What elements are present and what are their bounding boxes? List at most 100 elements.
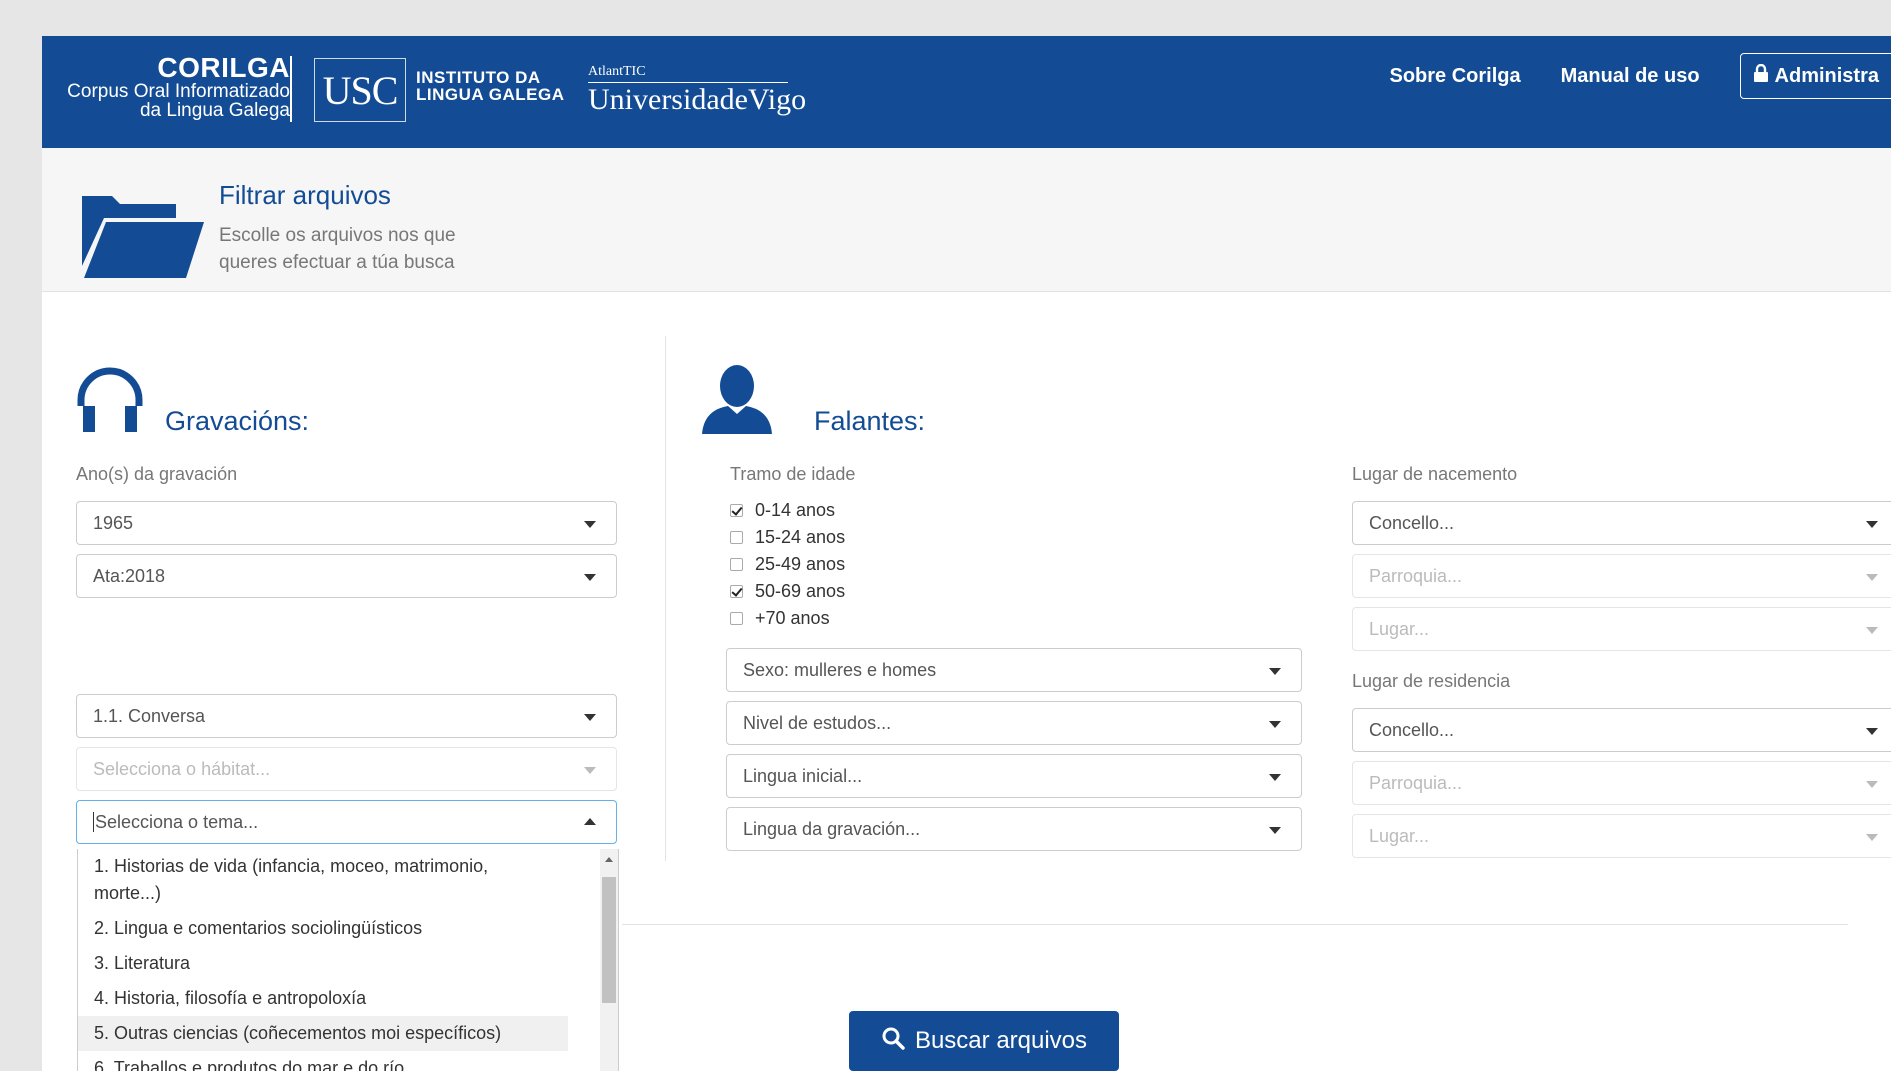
birthplace-label: Lugar de nacemento [1352,464,1518,484]
lock-icon [1753,63,1769,88]
chevron-down-icon [1269,721,1281,728]
chevron-down-icon [1269,668,1281,675]
folder-open-icon [82,186,204,283]
search-button-label: Buscar arquivos [914,1027,1088,1054]
chevron-down-icon [1866,574,1878,581]
checkbox-checked-icon[interactable] [730,585,743,598]
brand-divider [290,56,292,122]
age-checkbox-0-14[interactable]: 0-14 anos [730,500,835,521]
birth-concello-placeholder: Concello... [1369,512,1455,533]
ilg-line-2: LINGUA GALEGA [416,85,565,104]
recording-language-placeholder: Lingua da gravación... [743,818,921,839]
chevron-down-icon [1269,827,1281,834]
recording-type-select[interactable]: 1.1. Conversa [76,694,617,738]
chevron-down-icon [1866,728,1878,735]
atlanttic-text: AtlantTIC [588,64,788,83]
uvigo-text: UniversidadeVigo [588,83,807,116]
filter-title: Filtrar arquivos [219,180,391,210]
res-parroquia-placeholder: Parroquia... [1369,772,1463,793]
age-label-15-24: 15-24 anos [755,527,846,547]
theme-dropdown[interactable]: 1. Historias de vida (infancia, moceo, m… [77,849,619,1071]
age-checkbox-50-69[interactable]: 50-69 anos [730,581,845,602]
recordings-title: Gravacións: [165,406,310,436]
age-checkbox-70[interactable]: +70 anos [730,608,830,629]
scroll-up-arrow-icon[interactable] [605,857,613,862]
checkbox-icon[interactable] [730,531,743,544]
res-parroquia-select[interactable]: Parroquia... [1352,761,1891,805]
initial-language-placeholder: Lingua inicial... [743,765,863,786]
chevron-down-icon [1269,774,1281,781]
chevron-down-icon [1866,834,1878,841]
age-label-0-14: 0-14 anos [755,500,836,520]
brand-title: CORILGA [157,52,290,83]
initial-language-select[interactable]: Lingua inicial... [726,754,1302,798]
birth-lugar-placeholder: Lugar... [1369,618,1430,639]
search-files-button[interactable]: Buscar arquivos [849,1011,1119,1071]
year-to-value: Ata:2018 [93,565,166,586]
checkbox-icon[interactable] [730,612,743,625]
res-concello-placeholder: Concello... [1369,719,1455,740]
ilg-line-1: INSTITUTO DA [416,68,541,87]
recording-type-value: 1.1. Conversa [93,705,206,726]
age-label: Tramo de idade [730,464,856,484]
year-from-value: 1965 [93,512,134,533]
chevron-down-icon [584,574,596,581]
year-label: Ano(s) da gravación [76,464,238,484]
chevron-down-icon [1866,781,1878,788]
theme-option[interactable]: 4. Historia, filosofía e antropoloxía [78,981,568,1016]
ilg-logo: INSTITUTO DA LINGUA GALEGA [416,69,564,103]
brand-subtitle-2: da Lingua Galega [139,100,290,121]
filter-header: Filtrar arquivos Escolle os arquivos nos… [42,148,1891,292]
chevron-down-icon [584,521,596,528]
chevron-down-icon [1866,521,1878,528]
birth-concello-select[interactable]: Concello... [1352,501,1891,545]
age-checkbox-15-24[interactable]: 15-24 anos [730,527,845,548]
sex-value: Sexo: mulleres e homes [743,659,937,680]
birth-parroquia-select[interactable]: Parroquia... [1352,554,1891,598]
habitat-select[interactable]: Selecciona o hábitat... [76,747,617,791]
age-label-25-49: 25-49 anos [755,554,846,574]
res-concello-select[interactable]: Concello... [1352,708,1891,752]
theme-option[interactable]: 2. Lingua e comentarios sociolingüístico… [78,911,568,946]
sex-select[interactable]: Sexo: mulleres e homes [726,648,1302,692]
year-to-select[interactable]: Ata:2018 [76,554,617,598]
brand-subtitle-1: Corpus Oral Informatizado [67,81,290,102]
speakers-title: Falantes: [814,406,926,436]
corilga-logo[interactable]: CORILGA Corpus Oral Informatizado da Lin… [50,52,290,121]
theme-option[interactable]: 5. Outras ciencias (coñecementos moi esp… [78,1016,568,1051]
top-bar: CORILGA Corpus Oral Informatizado da Lin… [42,36,1891,148]
theme-option[interactable]: 6. Traballos e produtos do mar e do río [78,1051,568,1071]
chevron-down-icon [1866,627,1878,634]
dropdown-scrollbar[interactable] [600,849,618,1071]
res-lugar-select[interactable]: Lugar... [1352,814,1891,858]
person-icon [702,364,772,439]
nav-manual-de-uso[interactable]: Manual de uso [1561,65,1700,88]
headphones-icon [75,366,145,439]
res-lugar-placeholder: Lugar... [1369,825,1430,846]
recording-language-select[interactable]: Lingua da gravación... [726,807,1302,851]
studies-select[interactable]: Nivel de estudos... [726,701,1302,745]
top-nav: Sobre Corilga Manual de uso Administra [1389,53,1891,99]
theme-option[interactable]: 3. Literatura [78,946,568,981]
nav-sobre-corilga[interactable]: Sobre Corilga [1389,65,1520,88]
filter-description: Escolle os arquivos nos que queres efect… [219,225,456,273]
admin-button[interactable]: Administra [1739,53,1891,99]
theme-option[interactable]: 1. Historias de vida (infancia, moceo, m… [78,849,568,911]
year-from-select[interactable]: 1965 [76,501,617,545]
theme-select[interactable]: Selecciona o tema... [76,800,617,844]
age-label-70: +70 anos [755,608,830,628]
checkbox-checked-icon[interactable] [730,504,743,517]
studies-placeholder: Nivel de estudos... [743,712,892,733]
admin-label: Administra [1774,64,1879,87]
usc-logo: USC [314,58,406,122]
chevron-down-icon [584,714,596,721]
birth-parroquia-placeholder: Parroquia... [1369,565,1463,586]
birth-lugar-select[interactable]: Lugar... [1352,607,1891,651]
checkbox-icon[interactable] [730,558,743,571]
age-checkbox-25-49[interactable]: 25-49 anos [730,554,845,575]
age-label-50-69: 50-69 anos [755,581,846,601]
scrollbar-thumb[interactable] [602,877,616,1003]
residence-label: Lugar de residencia [1352,671,1511,691]
chevron-up-icon [584,818,596,825]
text-cursor [93,812,94,832]
